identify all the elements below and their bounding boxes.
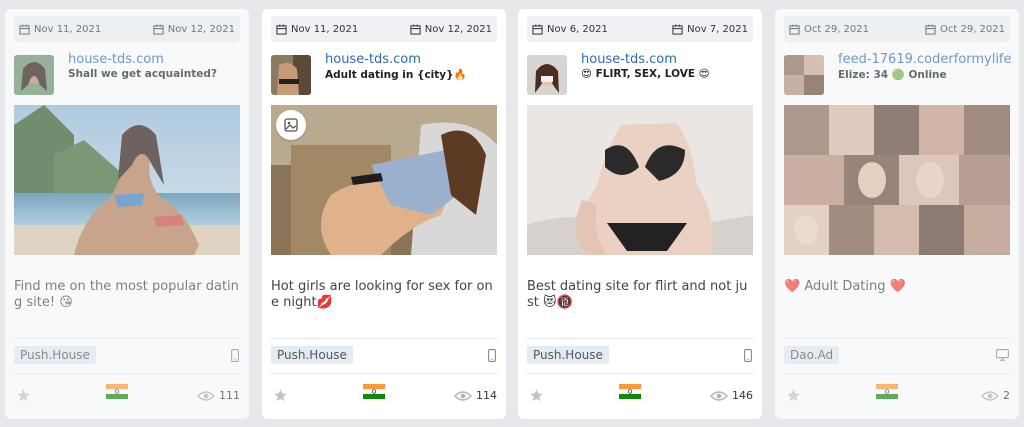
ad-image[interactable] xyxy=(784,105,1010,255)
india-flag-icon xyxy=(106,384,128,399)
divider xyxy=(784,373,1010,374)
mobile-icon xyxy=(744,349,752,362)
image-gallery-icon[interactable] xyxy=(276,110,306,140)
india-flag-icon xyxy=(876,384,898,399)
ad-title: Elize: 34 🟢 Online xyxy=(838,69,947,81)
eye-icon xyxy=(981,390,999,401)
star-icon[interactable] xyxy=(273,388,288,403)
calendar-icon xyxy=(672,23,683,35)
divider xyxy=(14,373,240,374)
network-badge[interactable]: Push.House xyxy=(271,346,353,364)
avatar xyxy=(14,55,54,95)
start-date: Nov 6, 2021 xyxy=(547,23,608,35)
avatar xyxy=(271,55,311,95)
network-badge[interactable]: Dao.Ad xyxy=(784,346,840,364)
calendar-icon xyxy=(19,23,30,35)
ad-description: Best dating site for flirt and not just … xyxy=(527,279,748,310)
avatar xyxy=(527,55,567,95)
ad-description: Find me on the most popular datin g site… xyxy=(14,279,239,310)
ad-card[interactable]: Nov 11, 2021 Nov 12, 2021 house-tds.com … xyxy=(5,9,249,419)
divider xyxy=(527,338,753,339)
ad-header: feed-17619.coderformylife.inf Elize: 34 … xyxy=(784,53,1013,97)
start-date: Nov 11, 2021 xyxy=(291,23,359,35)
ad-header: house-tds.com Shall we get acquainted? xyxy=(14,53,243,97)
ad-domain-link[interactable]: feed-17619.coderformylife.inf xyxy=(838,53,1013,67)
divider xyxy=(784,338,1010,339)
date-range: Oct 29, 2021 Oct 29, 2021 xyxy=(784,16,1010,42)
ad-domain-link[interactable]: house-tds.com xyxy=(68,53,217,67)
network-badge[interactable]: Push.House xyxy=(14,346,96,364)
star-icon[interactable] xyxy=(16,388,31,403)
mobile-icon xyxy=(231,349,239,362)
ad-header: house-tds.com 😍 FLIRT, SEX, LOVE 😍 xyxy=(527,53,756,97)
ad-image[interactable] xyxy=(14,105,240,255)
network-badge[interactable]: Push.House xyxy=(527,346,609,364)
date-range: Nov 6, 2021 Nov 7, 2021 xyxy=(527,16,753,42)
calendar-icon xyxy=(925,23,936,35)
india-flag-icon xyxy=(619,384,641,399)
ad-description: ❤️ Adult Dating ❤️ xyxy=(784,279,906,294)
end-date: Nov 12, 2021 xyxy=(167,23,235,35)
star-icon[interactable] xyxy=(786,388,801,403)
view-count: 114 xyxy=(454,389,497,402)
divider xyxy=(14,338,240,339)
ad-card[interactable]: Nov 11, 2021 Nov 12, 2021 house-tds.com … xyxy=(262,9,506,419)
calendar-icon xyxy=(789,23,800,35)
ad-title: Adult dating in {city}🔥 xyxy=(325,69,467,81)
calendar-icon xyxy=(153,23,164,35)
divider xyxy=(271,338,497,339)
calendar-icon xyxy=(410,23,421,35)
view-count: 146 xyxy=(710,389,753,402)
eye-icon xyxy=(710,390,728,401)
end-date: Nov 7, 2021 xyxy=(687,23,748,35)
start-date: Oct 29, 2021 xyxy=(804,23,869,35)
ad-image[interactable] xyxy=(271,105,497,255)
view-count: 2 xyxy=(981,389,1010,402)
ad-card[interactable]: Oct 29, 2021 Oct 29, 2021 feed-17619.cod… xyxy=(775,9,1019,419)
date-range: Nov 11, 2021 Nov 12, 2021 xyxy=(271,16,497,42)
ad-title: 😍 FLIRT, SEX, LOVE 😍 xyxy=(581,68,710,80)
ad-title: Shall we get acquainted? xyxy=(68,68,217,80)
divider xyxy=(271,373,497,374)
ad-domain-link[interactable]: house-tds.com xyxy=(325,53,467,67)
date-range: Nov 11, 2021 Nov 12, 2021 xyxy=(14,16,240,42)
ad-description: Hot girls are looking for sex for one ni… xyxy=(271,279,493,310)
mobile-icon xyxy=(488,349,496,362)
india-flag-icon xyxy=(363,384,385,399)
start-date: Nov 11, 2021 xyxy=(34,23,102,35)
end-date: Nov 12, 2021 xyxy=(424,23,492,35)
ad-image[interactable] xyxy=(527,105,753,255)
ad-card[interactable]: Nov 6, 2021 Nov 7, 2021 house-tds.com 😍 … xyxy=(518,9,762,419)
eye-icon xyxy=(454,390,472,401)
ad-domain-link[interactable]: house-tds.com xyxy=(581,53,710,67)
star-icon[interactable] xyxy=(529,388,544,403)
ad-header: house-tds.com Adult dating in {city}🔥 xyxy=(271,53,500,97)
avatar xyxy=(784,55,824,95)
eye-icon xyxy=(197,390,215,401)
divider xyxy=(527,373,753,374)
calendar-icon xyxy=(276,23,287,35)
view-count: 111 xyxy=(197,389,240,402)
end-date: Oct 29, 2021 xyxy=(940,23,1005,35)
desktop-icon xyxy=(996,349,1009,361)
calendar-icon xyxy=(532,23,543,35)
